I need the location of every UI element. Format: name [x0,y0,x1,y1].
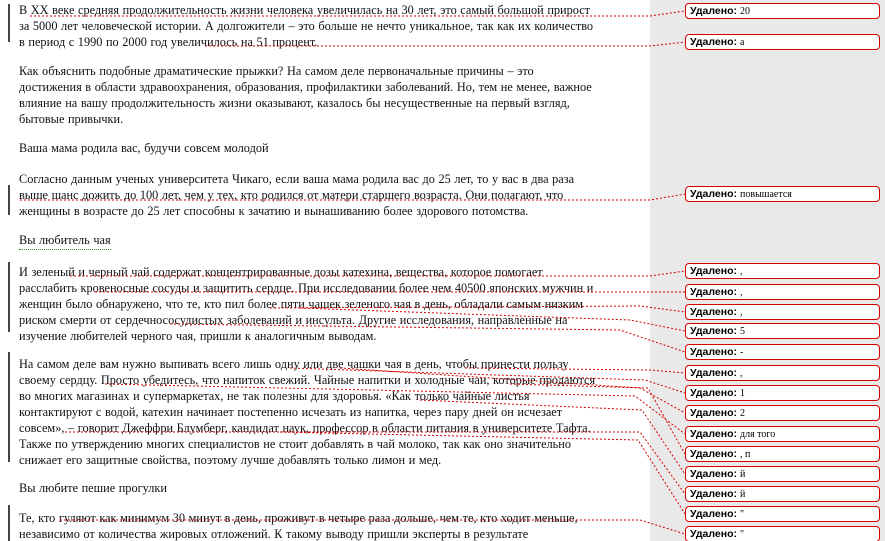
deletion-balloon[interactable]: Удалено:, [685,284,880,300]
doc-line[interactable]: На самом деле вам нужно выпивать всего л… [19,356,569,373]
doc-line[interactable]: В XX веке средняя продолжительность жизн… [19,2,590,19]
change-bar [8,262,10,332]
deletion-balloon[interactable]: Удалено: а [685,34,880,50]
deletion-balloon[interactable]: Удалено: " [685,506,880,522]
deletion-balloon[interactable]: Удалено: й [685,486,880,502]
doc-line[interactable]: женщин было обнаружено, что те, кто пил … [19,296,583,313]
doc-line[interactable]: Также по утверждению многих специалистов… [19,436,571,453]
document-page[interactable]: В XX веке средняя продолжительность жизн… [0,0,650,541]
doc-line[interactable]: Как объяснить подобные драматические пры… [19,63,534,80]
deletion-balloon[interactable]: Удалено: для того [685,426,880,442]
doc-line[interactable]: контактируют с водой, катехин начинает п… [19,404,562,421]
deletion-balloon[interactable]: Удалено: " [685,526,880,541]
doc-line[interactable]: риском смерти от сердечнососудистых забо… [19,312,567,329]
doc-line[interactable]: изучение любителей черного чая, пришли к… [19,328,377,345]
section-heading[interactable]: Вы любите пешие прогулки [19,480,167,497]
doc-line[interactable]: совсем», – говорит Джеффри Блумберг, кан… [19,420,591,437]
deletion-balloon[interactable]: Удалено:, [685,304,880,320]
doc-line[interactable]: И зеленый и черный чай содержат концентр… [19,264,543,281]
doc-line[interactable]: во многих магазинах и супермаркетах, не … [19,388,530,405]
deletion-balloon[interactable]: Удалено:, [685,365,880,381]
doc-line[interactable]: за 5000 лет человеческой истории. А долг… [19,18,593,35]
doc-line[interactable]: достижения в области здравоохранения, об… [19,79,592,96]
doc-line[interactable]: влияние на вашу продолжительность жизни … [19,95,570,112]
doc-line[interactable]: в период с 1990 по 2000 год увеличилось … [19,34,317,51]
deletion-balloon[interactable]: Удалено: - [685,344,880,360]
change-bar [8,505,10,541]
change-bar [8,185,10,215]
deletion-balloon[interactable]: Удалено: 20 [685,3,880,19]
doc-line[interactable]: Те, кто гуляют как минимум 30 минут в де… [19,510,578,527]
doc-line[interactable]: независимо от количества жировых отложен… [19,526,528,541]
change-bar [8,352,10,462]
doc-line[interactable]: бытовые привычки. [19,111,123,128]
deletion-balloon[interactable]: Удалено: 1 [685,385,880,401]
section-heading[interactable]: Вы любитель чая [19,232,111,250]
deletion-balloon[interactable]: Удалено: й [685,466,880,482]
doc-line[interactable]: женщины в возрасте до 25 лет способны к … [19,203,528,220]
deletion-balloon[interactable]: Удалено: 5 [685,323,880,339]
doc-line[interactable]: Согласно данным ученых университета Чика… [19,171,574,188]
deletion-balloon[interactable]: Удалено: 2 [685,405,880,421]
doc-line[interactable]: выше шанс дожить до 100 лет, чем у тех, … [19,187,563,204]
doc-line[interactable]: своему сердцу. Просто убедитесь, что нап… [19,372,595,389]
deletion-balloon[interactable]: Удалено:, п [685,446,880,462]
doc-line[interactable]: снижает его защитные свойства, поэтому л… [19,452,441,469]
doc-line[interactable]: расслабить кровеносные сосуды и защитить… [19,280,593,297]
deletion-balloon[interactable]: Удалено: повышается [685,186,880,202]
markup-margin: Удалено: 20 Удалено: а Удалено: повышается … [650,0,885,541]
section-heading[interactable]: Ваша мама родила вас, будучи совсем моло… [19,140,269,157]
deletion-balloon[interactable]: Удалено:, [685,263,880,279]
change-bar [8,4,10,42]
